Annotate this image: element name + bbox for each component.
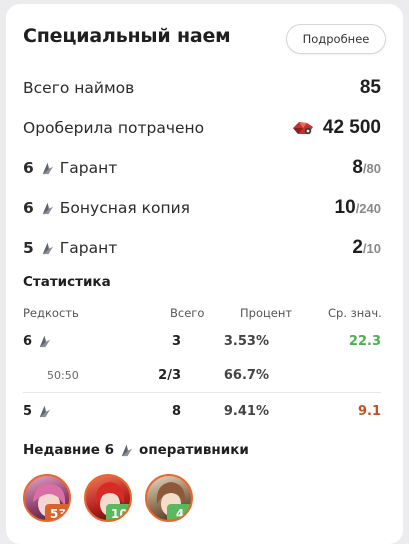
total-recruits-row: Всего наймов 85 — [23, 76, 381, 100]
five-guarantee-label: Гарант — [59, 239, 118, 257]
row-total: 3 — [171, 334, 181, 349]
statistics-title: Статистика — [23, 274, 111, 290]
operator-class-icon — [42, 242, 53, 254]
five-guarantee-value: 2 — [352, 237, 363, 258]
five-guarantee-stars: 5 — [23, 239, 34, 257]
six-guarantee-max: /80 — [362, 161, 381, 176]
six-guarantee-value: 8 — [352, 157, 363, 178]
oroberyl-icon — [292, 122, 313, 135]
six-bonus-row: 6 Бонусная копия 10 /240 — [23, 196, 381, 220]
row-rarity: 50:50 — [47, 369, 79, 382]
six-bonus-max: /240 — [355, 201, 381, 216]
operator-pull-count: 53 — [45, 504, 69, 520]
details-button[interactable]: Подробнее — [286, 24, 386, 54]
six-bonus-stars: 6 — [23, 199, 34, 217]
spent-label: Ороберила потрачено — [23, 119, 205, 137]
col-avg-header: Ср. знач. — [328, 306, 382, 320]
operator-class-icon — [39, 405, 51, 418]
row-percent: 3.53% — [223, 334, 269, 349]
col-percent-header: Процент — [240, 306, 293, 320]
operator-pull-count: 4 — [167, 504, 191, 520]
table-divider — [23, 392, 381, 393]
six-bonus-value: 10 — [334, 197, 356, 218]
special-recruit-card: Специальный наем Подробнее Всего наймов … — [6, 4, 403, 544]
operator-avatar[interactable]: 4 — [145, 474, 193, 522]
recent-operators-title: Недавние 6 оперативники — [23, 442, 249, 458]
five-guarantee-row: 5 Гарант 2 /10 — [23, 236, 381, 260]
operator-class-icon — [121, 444, 133, 456]
row-avg: 22.3 — [348, 334, 381, 349]
total-recruits-label: Всего наймов — [23, 79, 135, 97]
table-row-five: 5 8 9.41% 9.1 — [23, 402, 381, 424]
six-guarantee-label: Гарант — [59, 159, 118, 177]
row-avg: 9.1 — [357, 404, 381, 419]
col-rarity-header: Редкость — [23, 306, 79, 320]
operator-class-icon — [42, 162, 53, 174]
row-total: 8 — [171, 404, 181, 419]
operator-class-icon — [42, 202, 53, 214]
table-row-fifty: 50:50 2/3 66.7% — [23, 366, 381, 388]
spent-value: 42 500 — [322, 117, 381, 138]
row-rarity: 6 — [23, 334, 33, 349]
six-bonus-label: Бонусная копия — [59, 199, 191, 217]
six-guarantee-stars: 6 — [23, 159, 34, 177]
row-percent: 66.7% — [223, 368, 269, 383]
table-row-six: 6 3 3.53% 22.3 — [23, 332, 381, 354]
row-rarity: 5 — [23, 404, 33, 419]
five-guarantee-max: /10 — [362, 241, 381, 256]
row-percent: 9.41% — [223, 404, 269, 419]
card-title: Специальный наем — [23, 25, 231, 47]
spent-row: Ороберила потрачено 42 500 — [23, 116, 381, 140]
operator-class-icon — [39, 335, 51, 348]
row-total: 2/3 — [158, 368, 181, 383]
col-total-header: Всего — [170, 306, 205, 320]
card-header: Специальный наем Подробнее — [23, 24, 386, 56]
recent-operators-list: 53 10 4 — [23, 474, 206, 522]
operator-avatar[interactable]: 10 — [84, 474, 132, 522]
six-guarantee-row: 6 Гарант 8 /80 — [23, 156, 381, 180]
operator-avatar[interactable]: 53 — [23, 474, 71, 522]
operator-pull-count: 10 — [106, 504, 130, 520]
total-recruits-value: 85 — [359, 77, 381, 98]
